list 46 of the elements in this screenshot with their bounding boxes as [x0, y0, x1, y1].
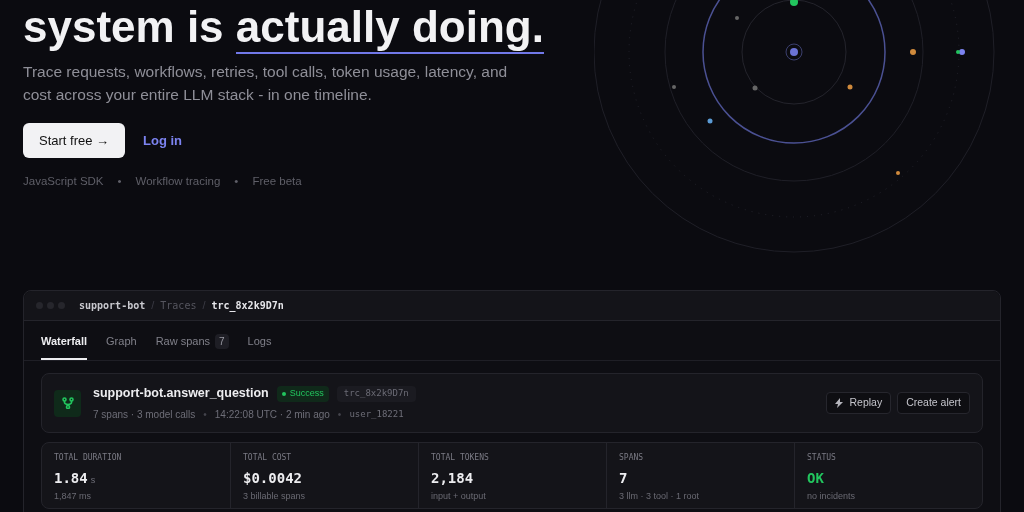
stat-value: 2,184 — [431, 469, 474, 488]
stat-note: input + output — [431, 490, 487, 502]
stat-note: 3 llm · 3 tool · 1 root — [619, 490, 701, 502]
start-free-button[interactable]: Start free → — [23, 123, 126, 158]
breadcrumb-separator: / — [151, 298, 155, 314]
stat-note: 3 billable spans — [243, 490, 307, 502]
feature-label: Free beta — [252, 174, 302, 189]
separator-dot: • — [203, 407, 207, 422]
status-badge: Success — [276, 385, 329, 402]
separator-dot: • — [117, 174, 122, 189]
stat-value: $0.0042 — [243, 469, 302, 488]
log-in-link[interactable]: Log in — [143, 130, 183, 151]
stat-label: SPANS — [619, 452, 645, 464]
lightning-icon — [835, 398, 844, 408]
create-alert-button[interactable]: Create alert — [897, 392, 970, 414]
stat-value: 1.84 — [54, 469, 88, 488]
stat-label: STATUS — [807, 452, 837, 464]
breadcrumb-item[interactable]: support-bot — [79, 298, 146, 313]
subtitle: Trace requests, workflows, retries, tool calls, token usage, latency, and cost across your entire LLM stack - in one timeline. — [23, 62, 509, 105]
stat-label: TOTAL TOKENS — [431, 452, 490, 464]
breadcrumb-item: trc_8x2k9D7n — [211, 299, 284, 313]
separator-dot: • — [234, 174, 239, 189]
trace-name: support-bot.answer_question — [93, 385, 269, 403]
tab[interactable]: Raw spans 7 — [155, 324, 229, 360]
trace-detail: user_18221 — [349, 407, 404, 421]
replay-button[interactable]: Replay — [826, 392, 892, 414]
feature-label: Workflow tracing — [135, 174, 221, 189]
trace-id: trc_8x2k9D7n — [336, 385, 416, 402]
trace-detail: 7 spans · 3 model calls — [93, 407, 196, 422]
tab[interactable]: Graph — [106, 324, 137, 360]
stat-label: TOTAL DURATION — [54, 452, 123, 464]
stat-value: OK — [807, 469, 824, 488]
count-badge: 7 — [215, 333, 229, 349]
trace-detail: 14:22:08 UTC · 2 min ago — [214, 407, 330, 422]
tab[interactable]: Logs — [247, 324, 272, 360]
headline: system is actually doing. — [23, 0, 1024, 54]
tab[interactable]: Waterfall — [41, 324, 88, 360]
stat-unit: s — [90, 474, 96, 487]
stat-note: 1,847 ms — [54, 490, 93, 502]
stat-note: no incidents — [807, 490, 857, 502]
stat-label: TOTAL COST — [243, 452, 293, 464]
stat-value: 7 — [619, 469, 628, 488]
feature-label: JavaScript SDK — [23, 174, 104, 189]
breadcrumb-separator: / — [202, 298, 206, 314]
separator-dot: • — [337, 407, 342, 422]
branch-icon — [54, 389, 81, 417]
